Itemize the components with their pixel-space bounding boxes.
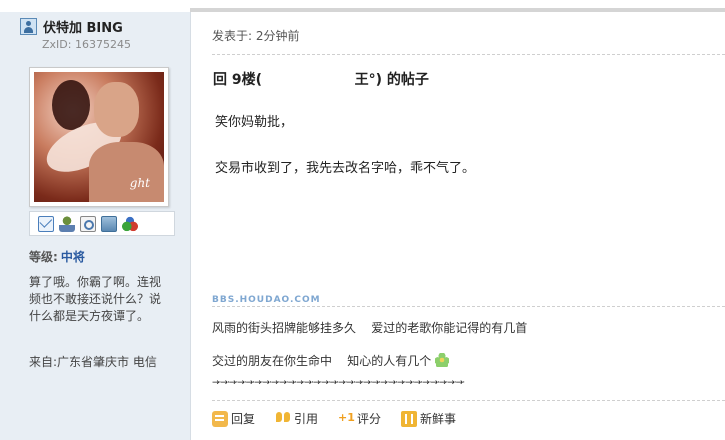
avatar-signature: ght xyxy=(129,176,150,190)
author-rank: 等级: 中将 xyxy=(29,248,85,265)
reply-label: 回复 xyxy=(231,412,256,426)
posted-time: 发表于: 2分钟前 xyxy=(212,29,300,43)
rate-button[interactable]: 评分 xyxy=(338,410,381,427)
news-icon xyxy=(401,410,418,427)
quote-icon xyxy=(275,411,291,427)
rate-label: 评分 xyxy=(357,412,382,426)
signature-divider xyxy=(212,306,725,307)
signature-line-1: 风雨的街头招牌能够挂多久 爱过的老歌你能记得的有几首 xyxy=(212,321,528,335)
quote-label: 引用 xyxy=(294,412,319,426)
signature-line-2-text: 交过的朋友在你生命中 知心的人有几个 xyxy=(212,354,432,368)
avatar-image: ght xyxy=(34,72,164,202)
signature-line-2: 交过的朋友在你生命中 知心的人有几个 xyxy=(212,352,450,369)
flower-icon xyxy=(435,353,450,367)
author-location: 来自:广东省肇庆市 电信 xyxy=(29,355,157,369)
rate-icon xyxy=(338,411,355,427)
author-sidebar: 伏特加 BING ZxID: 16375245 ght 等级: 中将 算了哦。你霸… xyxy=(0,12,191,440)
add-friend-icon[interactable] xyxy=(59,215,75,232)
profile-icon[interactable] xyxy=(101,215,117,232)
search-posts-icon[interactable] xyxy=(80,215,96,232)
post-body-line-1: 笑你妈勒批， xyxy=(215,115,294,130)
rank-label: 等级: xyxy=(29,250,58,264)
author-name[interactable]: 伏特加 BING xyxy=(43,17,123,36)
news-button[interactable]: 新鲜事 xyxy=(401,410,456,427)
rank-value: 中将 xyxy=(60,250,85,264)
author-header: 伏特加 BING xyxy=(20,17,123,36)
post-content: 发表于: 2分钟前 回 9楼( 王°) 的帖子 笑你妈勒批， 交易市收到了，我先… xyxy=(191,12,725,440)
group-icon[interactable] xyxy=(122,215,138,232)
news-label: 新鲜事 xyxy=(420,412,457,426)
top-border xyxy=(0,0,725,12)
message-icon[interactable] xyxy=(38,215,54,232)
quote-button[interactable]: 引用 xyxy=(275,410,318,427)
reply-button[interactable]: 回复 xyxy=(212,410,255,427)
post-body-line-2: 交易市收到了，我先去改名字哈，乖不气了。 xyxy=(215,161,476,176)
actions-divider xyxy=(212,400,725,401)
author-zxid: ZxID: 16375245 xyxy=(42,38,131,51)
site-watermark: BBS.HOUDAO.COM xyxy=(212,295,321,305)
author-tools xyxy=(29,211,175,236)
user-icon xyxy=(20,17,37,35)
header-divider xyxy=(212,54,725,55)
reply-icon xyxy=(212,410,228,427)
avatar[interactable]: ght xyxy=(29,67,169,207)
post-actions: 回复 引用 评分 新鲜事 xyxy=(212,410,476,427)
author-signature: 算了哦。你霸了啊。连视频也不敢接还说什么？说什么都是天方夜谭了。 xyxy=(29,275,162,323)
arrow-divider: →·→·→·→·→·→·→·→·→·→·→·→·→·→·→·→·→·→·→·→·… xyxy=(212,378,465,388)
post-title: 回 9楼( 王°) 的帖子 xyxy=(213,72,429,88)
